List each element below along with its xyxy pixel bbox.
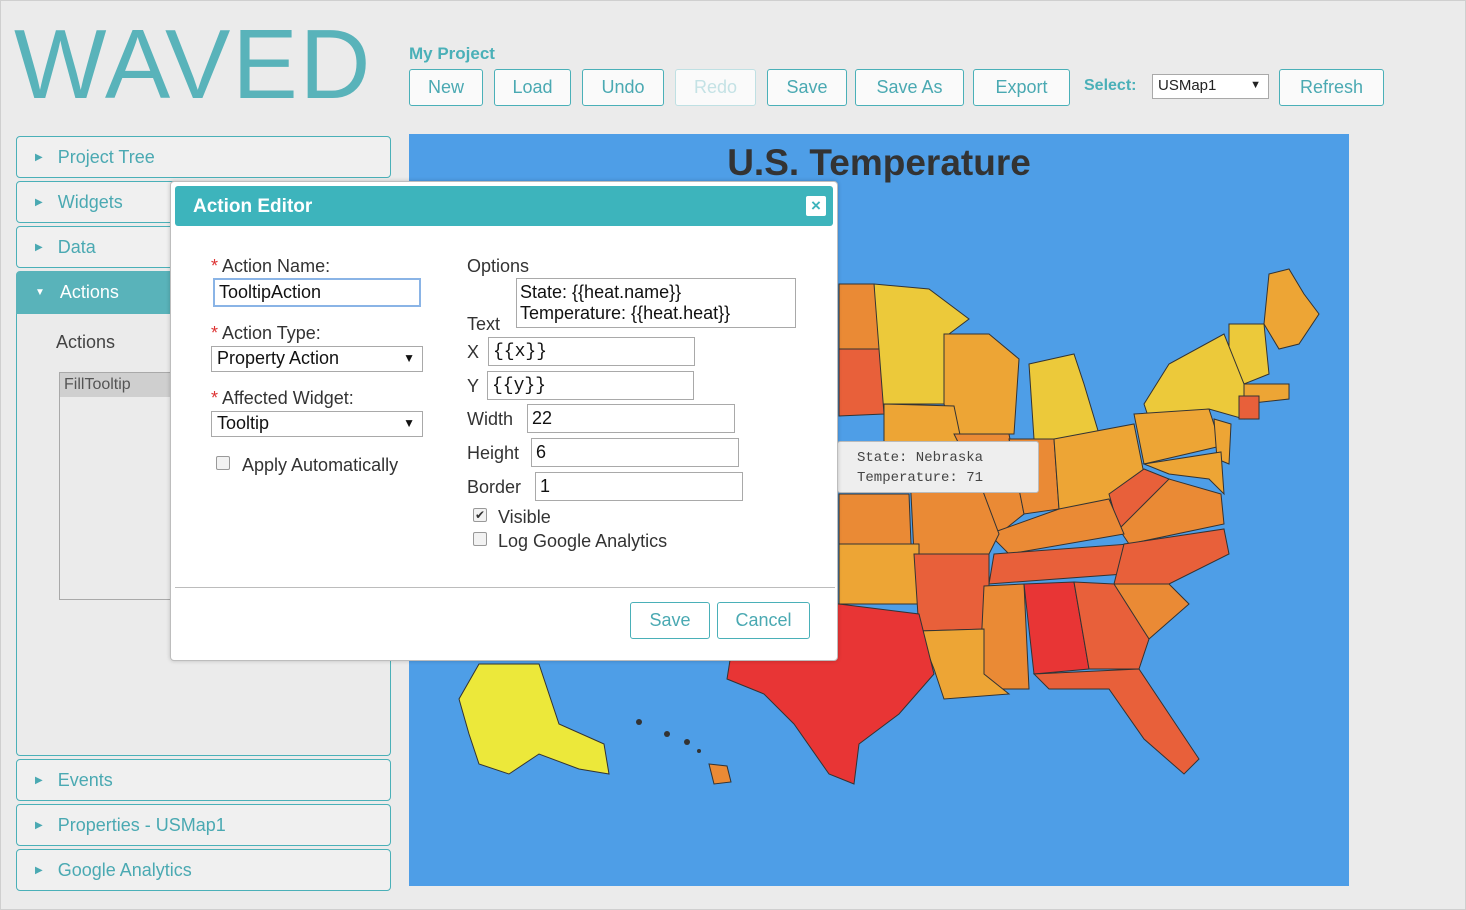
dropdown-arrow-icon: ▼ <box>403 416 415 430</box>
state-connecticut <box>1238 395 1260 420</box>
affected-widget-label: * Affected Widget: <box>211 388 354 408</box>
text-label: Text <box>467 314 501 334</box>
y-label: Y <box>467 376 480 396</box>
accordion-google-analytics[interactable]: ▶ Google Analytics <box>16 849 391 891</box>
state-alaska <box>458 663 610 775</box>
save-button[interactable]: Save <box>767 69 847 106</box>
list-item[interactable]: FillTooltip <box>60 373 178 397</box>
state-florida <box>1032 668 1200 775</box>
height-label: Height <box>467 443 520 463</box>
visible-checkbox[interactable]: ✔ <box>473 508 487 522</box>
redo-button[interactable]: Redo <box>675 69 756 106</box>
border-label: Border <box>467 477 522 497</box>
action-editor-dialog: Action Editor × * Action Name: * Action … <box>170 181 838 661</box>
apply-automatically-checkbox[interactable] <box>216 456 230 470</box>
affected-widget-value: Tooltip <box>217 413 270 433</box>
accordion-events[interactable]: ▶ Events <box>16 759 391 801</box>
state-maine <box>1263 268 1320 350</box>
width-label: Width <box>467 409 514 429</box>
visible-label: Visible <box>498 507 551 527</box>
dialog-save-button[interactable]: Save <box>630 602 710 639</box>
x-label: X <box>467 342 480 362</box>
dropdown-arrow-icon: ▼ <box>403 351 415 365</box>
caret-right-icon: ▶ <box>35 774 43 786</box>
border-input[interactable] <box>535 472 743 501</box>
x-input[interactable] <box>488 337 695 366</box>
tooltip-line-state: State: Nebraska <box>857 450 984 466</box>
caret-right-icon: ▶ <box>35 151 43 163</box>
export-button[interactable]: Export <box>973 69 1070 106</box>
state-south-dakota <box>838 348 885 417</box>
dialog-divider <box>175 587 835 588</box>
refresh-button[interactable]: Refresh <box>1279 69 1384 106</box>
affected-widget-select[interactable]: Tooltip ▼ <box>211 411 423 437</box>
required-mark: * <box>211 256 219 276</box>
action-name-label: * Action Name: <box>211 256 331 276</box>
select-label: Select: <box>1084 77 1137 94</box>
caret-right-icon: ▶ <box>35 864 43 876</box>
project-title: My Project <box>409 44 495 63</box>
state-michigan <box>1028 353 1100 440</box>
action-name-input[interactable] <box>213 278 421 307</box>
accordion-label: Widgets <box>57 191 123 212</box>
caret-down-icon: ▼ <box>35 287 45 298</box>
map-tooltip: State: Nebraska Temperature: 71 <box>837 441 1039 493</box>
action-type-select[interactable]: Property Action ▼ <box>211 346 423 372</box>
state-kansas <box>838 493 912 545</box>
state-north-dakota <box>838 283 880 350</box>
log-google-analytics-checkbox[interactable] <box>473 532 487 546</box>
undo-button[interactable]: Undo <box>582 69 664 106</box>
accordion-properties[interactable]: ▶ Properties - USMap1 <box>16 804 391 846</box>
accordion-label: Events <box>57 769 113 790</box>
state-new-york <box>1143 333 1245 420</box>
accordion-label: Project Tree <box>57 146 155 167</box>
dialog-header[interactable]: Action Editor × <box>175 186 833 226</box>
dialog-cancel-button[interactable]: Cancel <box>717 602 810 639</box>
accordion-label: Properties - USMap1 <box>57 814 226 835</box>
accordion-label: Actions <box>59 282 119 302</box>
width-input[interactable] <box>527 404 735 433</box>
caret-right-icon: ▶ <box>35 196 43 208</box>
dropdown-arrow-icon: ▼ <box>1250 79 1261 91</box>
required-mark: * <box>211 323 219 343</box>
required-mark: * <box>211 388 219 408</box>
log-google-analytics-label: Log Google Analytics <box>498 531 668 551</box>
tooltip-line-temperature: Temperature: 71 <box>857 470 984 486</box>
load-button[interactable]: Load <box>494 69 571 106</box>
save-as-button[interactable]: Save As <box>855 69 964 106</box>
state-arkansas <box>913 553 990 632</box>
state-mississippi <box>978 583 1030 690</box>
accordion-label: Data <box>57 236 96 257</box>
waved-logo: WAVED <box>14 9 373 119</box>
state-hawaii <box>708 763 732 785</box>
options-label: Options <box>467 256 530 276</box>
accordion-label: Google Analytics <box>57 859 192 880</box>
text-textarea[interactable]: State: {{heat.name}} Temperature: {{heat… <box>516 278 796 328</box>
state-oklahoma <box>838 543 920 605</box>
widget-select-value: USMap1 <box>1158 77 1217 94</box>
close-icon[interactable]: × <box>805 195 827 217</box>
dialog-title: Action Editor <box>193 196 313 217</box>
y-input[interactable] <box>487 371 694 400</box>
action-type-value: Property Action <box>217 348 340 368</box>
height-input[interactable] <box>531 438 739 467</box>
actions-list-label: Actions <box>56 332 116 352</box>
caret-right-icon: ▶ <box>35 819 43 831</box>
widget-select[interactable]: USMap1 ▼ <box>1152 74 1269 99</box>
action-type-label: * Action Type: <box>211 323 321 343</box>
actions-listbox[interactable]: FillTooltip <box>59 372 179 600</box>
caret-right-icon: ▶ <box>35 241 43 253</box>
apply-automatically-label: Apply Automatically <box>242 455 399 475</box>
accordion-project-tree[interactable]: ▶ Project Tree <box>16 136 391 178</box>
new-button[interactable]: New <box>409 69 483 106</box>
